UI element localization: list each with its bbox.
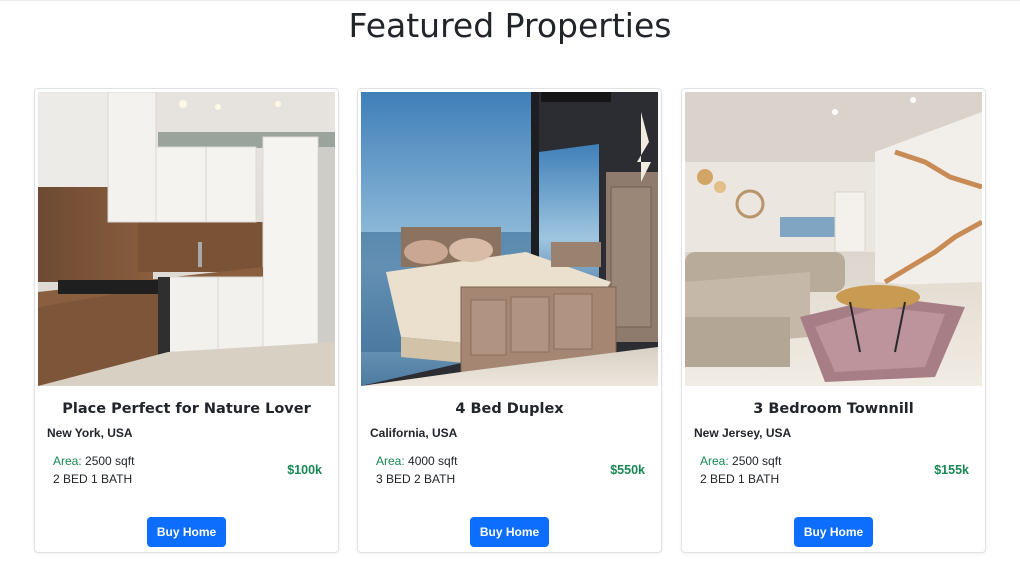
area-value: 4000 sqft: [408, 454, 458, 468]
property-location: California, USA: [370, 426, 458, 440]
property-beds-baths: 2 BED 1 BATH: [53, 472, 133, 486]
area-value: 2500 sqft: [732, 454, 782, 468]
property-area: Area: 2500 sqft: [53, 454, 134, 468]
top-divider: [0, 0, 1020, 1]
area-value: 2500 sqft: [85, 454, 135, 468]
property-price: $155k: [934, 463, 969, 477]
property-price: $550k: [610, 463, 645, 477]
property-image-living-room: [685, 92, 982, 386]
property-card: 4 Bed Duplex California, USA Area: 4000 …: [357, 88, 662, 553]
buy-home-button[interactable]: Buy Home: [147, 517, 226, 547]
buy-home-button[interactable]: Buy Home: [794, 517, 873, 547]
property-beds-baths: 2 BED 1 BATH: [700, 472, 780, 486]
property-beds-baths: 3 BED 2 BATH: [376, 472, 456, 486]
buy-home-button[interactable]: Buy Home: [470, 517, 549, 547]
property-title: 4 Bed Duplex: [455, 401, 564, 417]
property-title: Place Perfect for Nature Lover: [62, 401, 311, 417]
property-location: New York, USA: [47, 426, 133, 440]
property-card: Place Perfect for Nature Lover New York,…: [34, 88, 339, 553]
page-title: Featured Properties: [348, 6, 672, 45]
area-label: Area:: [700, 454, 729, 468]
area-label: Area:: [53, 454, 82, 468]
property-price: $100k: [287, 463, 322, 477]
property-title: 3 Bedroom Townnill: [753, 401, 914, 417]
property-card: 3 Bedroom Townnill New Jersey, USA Area:…: [681, 88, 986, 553]
property-area: Area: 4000 sqft: [376, 454, 457, 468]
property-location: New Jersey, USA: [694, 426, 792, 440]
property-area: Area: 2500 sqft: [700, 454, 781, 468]
property-image-kitchen: [38, 92, 335, 386]
property-image-bedroom: [361, 92, 658, 386]
area-label: Area:: [376, 454, 405, 468]
